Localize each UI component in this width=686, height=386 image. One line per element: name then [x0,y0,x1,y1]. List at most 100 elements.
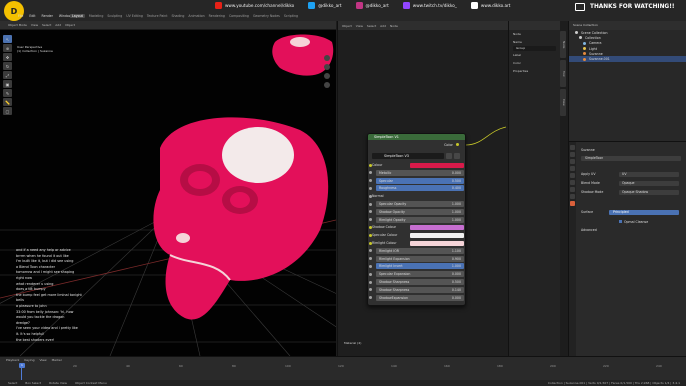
node-input-row[interactable]: Roughness 0.400 [369,185,464,192]
timeline-menu-item[interactable]: View [39,358,46,362]
tab-uv-editing[interactable]: UV Editing [126,14,143,18]
zoom-icon[interactable] [324,55,330,61]
node-value-slider[interactable]: Rimlight Invert 1.000 [376,263,464,270]
node-group-field[interactable]: SimpleToon V3 [372,153,444,159]
scene-props-icon[interactable] [570,166,575,171]
node-value-slider[interactable]: Rimlight Opacity 1.000 [376,216,464,223]
node-value-slider[interactable]: Rimlight IOR 1.100 [376,247,464,254]
node-input-row[interactable]: ShadowExpansion 0.000 [369,294,464,301]
input-socket[interactable] [369,225,372,229]
object-props-icon[interactable] [570,180,575,185]
transform-tool-icon[interactable]: ▣ [3,80,12,88]
node-group-unlink-button[interactable] [454,153,460,159]
input-socket[interactable] [369,296,372,300]
input-socket[interactable] [369,264,372,268]
node-input-row[interactable]: Shadow Opacity 1.000 [369,208,464,215]
timeline[interactable]: PlaybackKeyingViewMarker 020406080100120… [0,356,686,381]
input-socket[interactable] [369,218,372,222]
material-props-icon[interactable] [570,201,575,206]
tab-scripting[interactable]: Scripting [284,14,298,18]
node-value-slider[interactable]: ShadowExpansion 0.000 [376,294,464,301]
pan-icon[interactable] [324,64,330,70]
input-socket[interactable] [369,179,372,183]
input-socket[interactable] [369,210,372,214]
input-socket[interactable] [369,171,372,175]
input-socket[interactable] [369,194,372,198]
current-frame-indicator[interactable]: 1 [19,363,25,368]
tab-animation[interactable]: Animation [188,14,204,18]
viewport-menu-item[interactable]: Object [65,23,75,27]
color-swatch[interactable] [410,232,464,238]
menu-file[interactable]: File [18,14,23,18]
data-props-icon[interactable] [570,194,575,199]
tab-compositing[interactable]: Compositing [229,14,249,18]
node-input-row[interactable]: Shadow Sharpness 0.500 [369,279,464,285]
node-input-row[interactable]: Metallic 0.000 [369,169,464,176]
tab-view[interactable]: View [560,89,566,116]
input-socket[interactable] [369,202,372,206]
node-value-slider[interactable]: Shadow Opacity 1.000 [376,208,464,215]
cursor-tool-icon[interactable]: ⊕ [3,44,12,52]
camera-view-icon[interactable] [324,73,330,79]
rotate-tool-icon[interactable]: ↻ [3,62,12,70]
color-swatch[interactable] [410,162,464,168]
viewport-canvas[interactable]: User Perspective (1) Collection | Suzann… [0,30,336,356]
node-value-slider[interactable]: Shadow Sharpness 0.140 [376,286,464,293]
timeline-menu-item[interactable]: Playback [6,358,19,362]
output-props-icon[interactable] [570,159,575,164]
menu-render[interactable]: Render [42,14,53,18]
color-swatch[interactable] [410,224,464,230]
input-socket[interactable] [369,233,372,237]
node-input-row[interactable]: Shadow Colour [369,224,464,230]
3d-viewport[interactable]: Object Mode View Select Add Object User … [0,21,336,356]
input-socket[interactable] [369,249,372,253]
node-input-row[interactable]: Rimlight Expansion 0.900 [369,255,464,262]
viewport-menu-item[interactable]: View [31,23,38,27]
perspective-toggle-icon[interactable] [324,82,330,88]
node-input-row[interactable]: Rimlight Opacity 1.000 [369,216,464,223]
node-input-row[interactable]: Specular 0.500 [369,177,464,184]
viewport-menu-item[interactable]: Select [42,23,51,27]
measure-tool-icon[interactable]: 📏 [3,98,12,106]
color-swatch[interactable] [410,240,464,246]
sidebar-section-color[interactable]: Color [509,59,560,67]
advanced-section[interactable]: Advanced [581,228,597,232]
modifier-props-icon[interactable] [570,187,575,192]
select-tool-icon[interactable]: ↖ [3,35,12,43]
node-header[interactable]: SimpleToon V1 [368,134,465,140]
render-props-icon[interactable] [570,152,575,157]
timeline-menu-item[interactable]: Keying [24,358,34,362]
input-socket[interactable] [369,241,372,245]
node-value-slider[interactable]: Roughness 0.400 [376,185,464,192]
input-socket[interactable] [369,163,372,167]
outliner-item[interactable]: Suzanne.001 [569,56,686,62]
surface-section-label[interactable]: Surface [581,210,593,214]
timeline-menu-item[interactable]: Marker [52,358,62,362]
viewport-menu-item[interactable]: Add [55,23,61,27]
tab-geometry-nodes[interactable]: Geometry Nodes [253,14,280,18]
node-value-slider[interactable]: Specular Opacity 1.000 [376,201,464,207]
node-input-row[interactable]: Colour [369,162,464,168]
input-socket[interactable] [369,257,372,261]
node-input-row[interactable]: Rimlight Colour [369,240,464,246]
node-value-slider[interactable]: Metallic 0.000 [376,169,464,176]
node-input-row[interactable]: Normal [369,193,464,199]
node-input-row[interactable]: Rimlight Invert 1.000 [369,263,464,270]
sidebar-section-properties[interactable]: Properties [509,67,560,75]
tab-texture-paint[interactable]: Texture Paint [147,14,168,18]
node-input-row[interactable]: Specular Opacity 1.000 [369,201,464,207]
node-input-row[interactable]: Shadow Sharpness 0.140 [369,286,464,293]
annotate-tool-icon[interactable]: ✎ [3,89,12,97]
tab-node[interactable]: Node [560,31,566,58]
node-group-browse-button[interactable] [446,153,452,159]
input-socket[interactable] [369,272,372,276]
input-socket[interactable] [369,280,372,284]
navigation-gizmo[interactable] [321,52,333,88]
move-tool-icon[interactable]: ✥ [3,53,12,61]
world-props-icon[interactable] [570,173,575,178]
node-value-slider[interactable]: Shadow Sharpness 0.500 [376,279,464,285]
tab-shading[interactable]: Shading [171,14,184,18]
simpletoon-node[interactable]: SimpleToon V1 Color SimpleToon V3 Colour… [367,133,466,306]
tab-tool[interactable]: Tool [560,60,566,87]
node-input-row[interactable]: Specular Colour [369,232,464,238]
